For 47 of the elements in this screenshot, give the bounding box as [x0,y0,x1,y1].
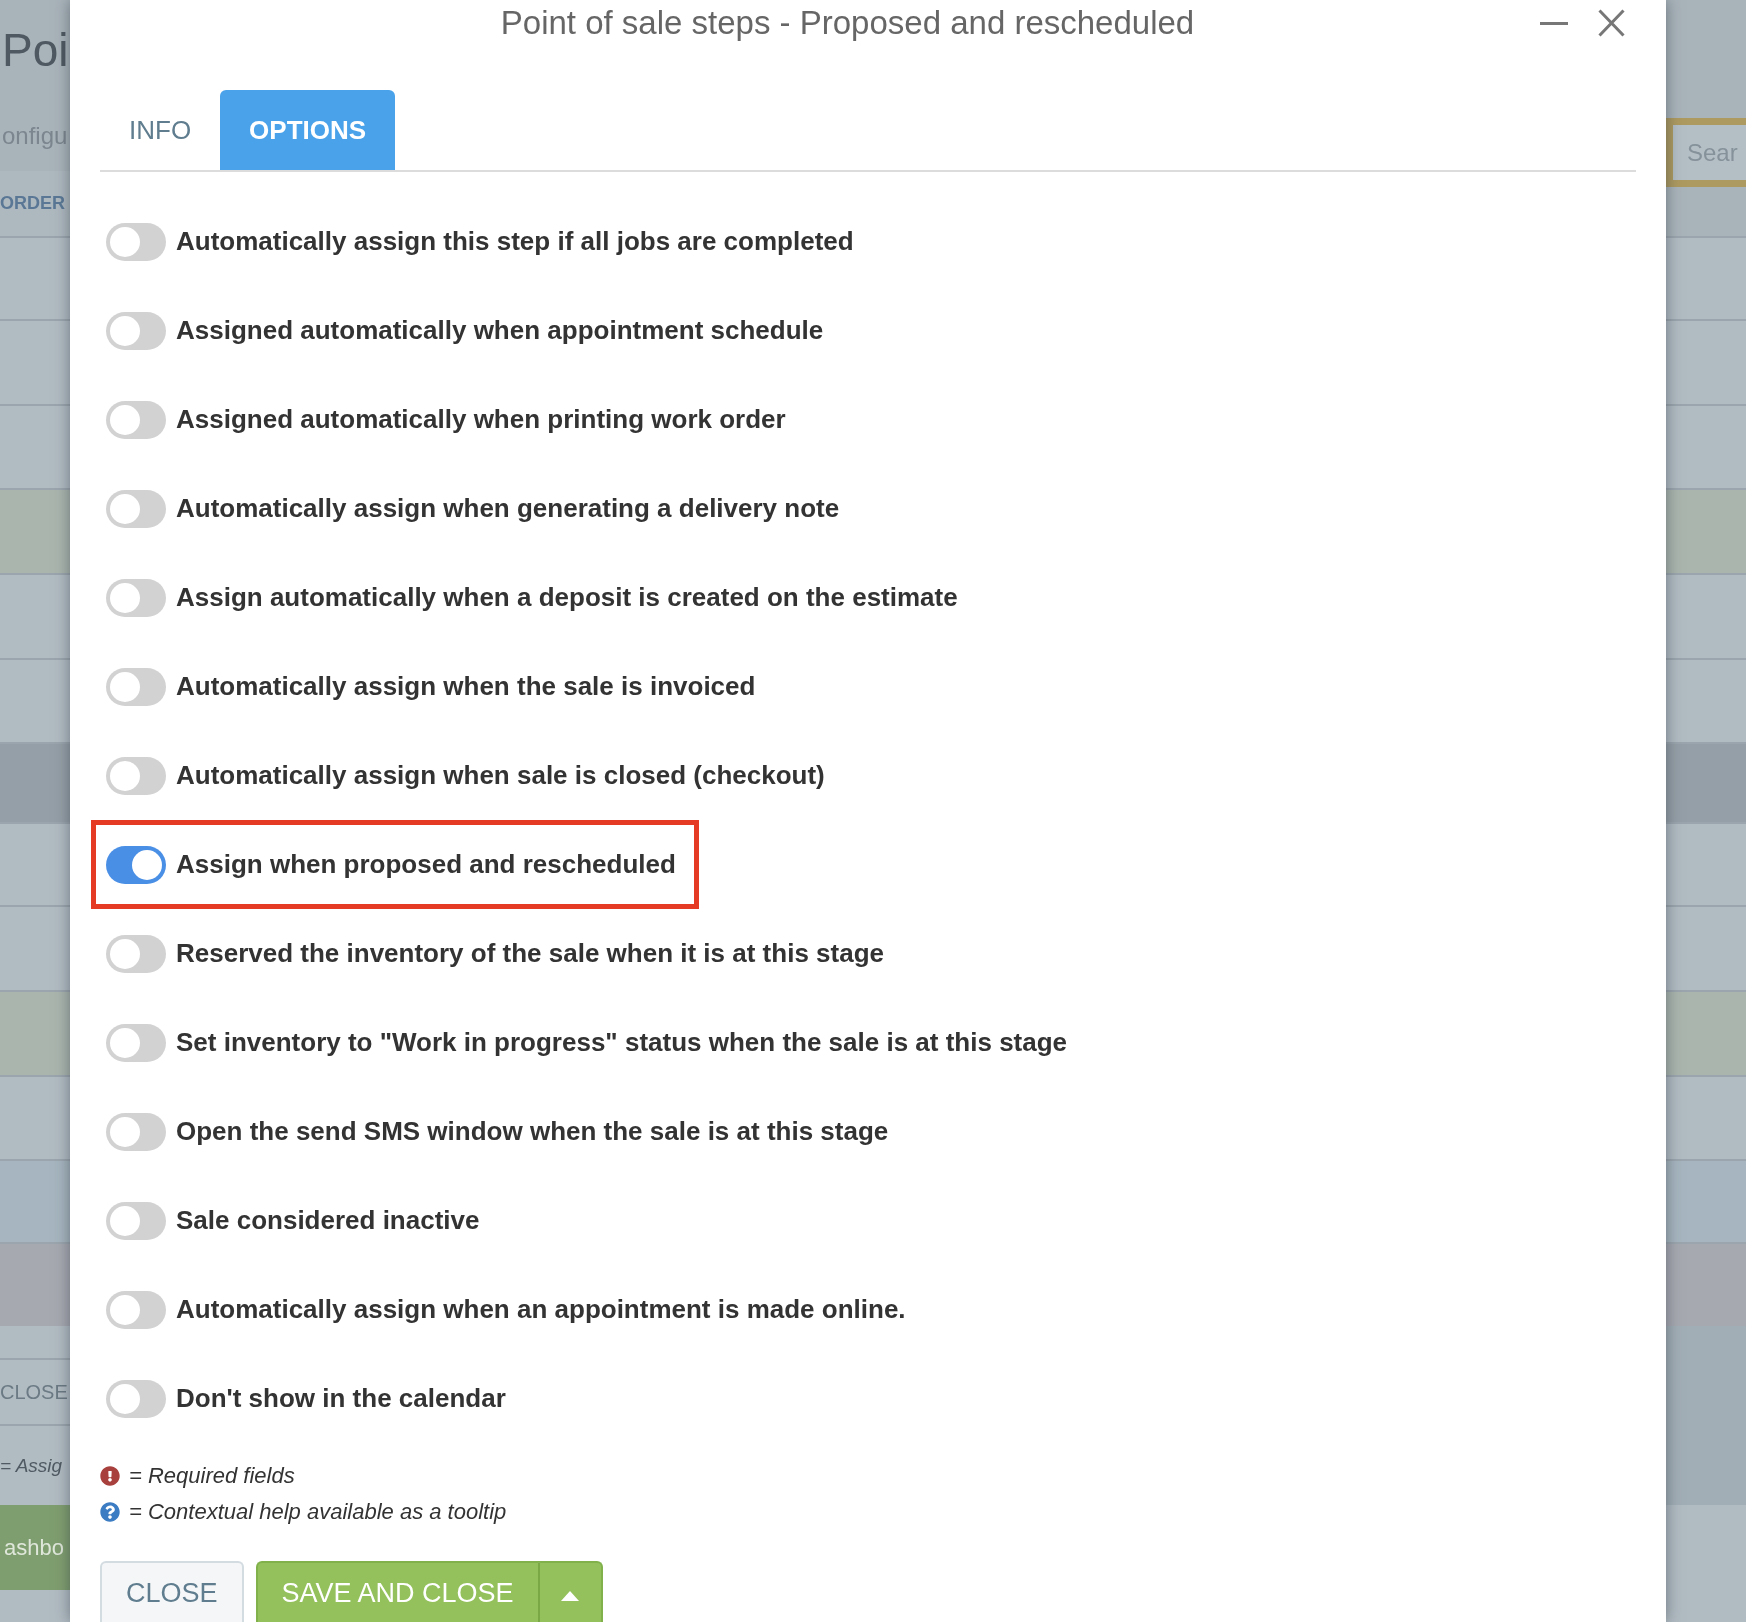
minimize-icon[interactable] [1540,21,1568,25]
option-label: Automatically assign when the sale is invoiced [176,671,756,702]
alert-icon [100,1466,120,1486]
option-label: Assign when proposed and rescheduled [176,849,676,880]
option-label: Assigned automatically when appointment schedule [176,315,824,346]
help-icon [100,1502,120,1522]
option-label: Don't show in the calendar [176,1383,506,1414]
close-icon[interactable] [1598,9,1625,37]
column-header: ORDER [0,193,65,214]
save-and-close-button[interactable]: SAVE AND CLOSE [255,1561,539,1622]
legend-text: = Required fields [129,1463,295,1489]
toggle-switch[interactable] [106,1379,166,1418]
toggle-switch[interactable] [106,1112,166,1151]
toggle-switch[interactable] [106,311,166,350]
caret-icon [561,1591,580,1601]
toggle-switch[interactable] [106,756,166,795]
option-label: Open the send SMS window when the sale is at this stage [176,1116,889,1147]
option-label: Set inventory to "Work in progress" status when the sale is at this stage [176,1027,1068,1058]
tab[interactable]: INFO [100,90,221,170]
row-action-label: CLOSE [0,1380,68,1404]
toggle-switch[interactable] [106,667,166,706]
tab[interactable]: OPTIONS [220,90,396,170]
toggle-switch[interactable] [106,1290,166,1329]
row-note: = Assig [0,1454,63,1477]
option-label: Assign automatically when a deposit is created on the estimate [176,582,958,613]
dialog-title: Point of sale steps - Proposed and rescheduled [500,3,1195,43]
dropdown-toggle-button[interactable] [538,1561,603,1622]
option-label: Automatically assign when sale is closed (checkout) [176,760,825,791]
option-label: Reserved the inventory of the sale when it is at this stage [176,938,884,969]
toggle-switch[interactable] [106,1023,166,1062]
toggle-switch[interactable] [106,489,166,528]
page-title: Poi [2,23,69,78]
toggle-switch[interactable] [106,222,166,261]
option-label: Assigned automatically when printing work order [176,404,786,435]
toggle-switch[interactable] [106,578,166,617]
footer-button[interactable]: ashbo [0,1505,70,1590]
toggle-switch[interactable] [106,1201,166,1240]
table-row [0,1590,70,1622]
close-button[interactable]: CLOSE [100,1561,244,1622]
legend-text: = Contextual help available as a tooltip [129,1499,507,1525]
option-label: Automatically assign when generating a delivery note [176,493,840,524]
option-label: Sale considered inactive [176,1205,480,1236]
toggle-switch[interactable] [106,934,166,973]
option-label: Automatically assign when an appointment is made online. [176,1294,906,1325]
toggle-switch[interactable] [106,845,166,884]
toggle-switch[interactable] [106,400,166,439]
option-label: Automatically assign this step if all jobs are completed [176,226,854,257]
